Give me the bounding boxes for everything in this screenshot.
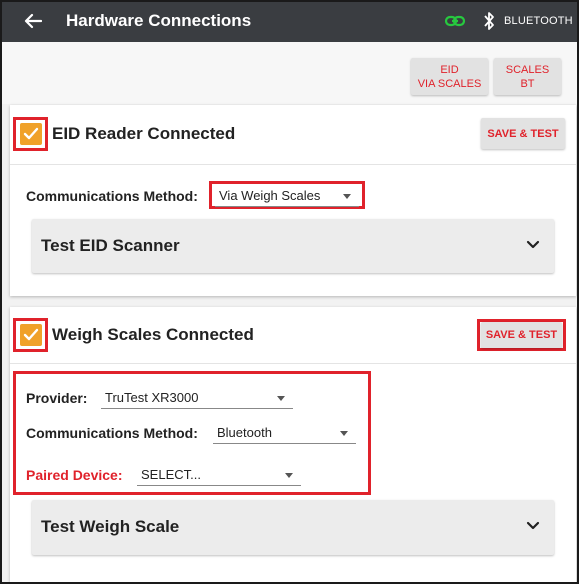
app-window: Hardware Connections BLUETOOTH EID VIA S…	[0, 0, 579, 584]
provider-label: Provider:	[26, 390, 88, 406]
dropdown-arrow-icon	[340, 431, 348, 436]
eid-save-test-button[interactable]: SAVE & TEST	[481, 118, 565, 149]
eid-card-title: EID Reader Connected	[52, 124, 236, 143]
scales-comm-method-value: Bluetooth	[217, 425, 272, 440]
back-button[interactable]	[20, 8, 46, 34]
test-eid-scanner-title: Test EID Scanner	[41, 236, 180, 255]
paired-device-value: SELECT...	[141, 467, 201, 482]
scales-save-test-button[interactable]: SAVE & TEST	[481, 322, 562, 348]
test-weigh-scale-title: Test Weigh Scale	[41, 517, 180, 536]
chevron-down-icon	[526, 240, 540, 249]
provider-value: TruTest XR3000	[105, 390, 199, 405]
test-weigh-scale-expander[interactable]: Test Weigh Scale	[32, 500, 554, 555]
test-eid-scanner-expander[interactable]: Test EID Scanner	[32, 219, 554, 273]
checkmark-icon	[23, 127, 39, 140]
scales-comm-method-select[interactable]: Bluetooth	[213, 422, 356, 444]
link-icon	[444, 15, 466, 27]
paired-device-select[interactable]: SELECT...	[137, 464, 301, 486]
dropdown-arrow-icon	[277, 396, 285, 401]
eid-connected-checkbox[interactable]	[20, 123, 42, 145]
bluetooth-button[interactable]: BLUETOOTH	[482, 9, 573, 33]
scales-comm-method-label: Communications Method:	[26, 425, 198, 441]
eid-comm-method-value: Via Weigh Scales	[219, 188, 321, 203]
scales-bt-button[interactable]: SCALES BT	[494, 58, 561, 95]
bluetooth-icon	[484, 12, 494, 30]
app-bar: Hardware Connections BLUETOOTH	[2, 2, 577, 42]
bluetooth-label: BLUETOOTH	[504, 15, 573, 27]
paired-device-label: Paired Device:	[26, 467, 123, 483]
eid-comm-method-select[interactable]: Via Weigh Scales	[215, 185, 359, 207]
eid-via-scales-button[interactable]: EID VIA SCALES	[411, 58, 488, 95]
eid-comm-method-label: Communications Method:	[26, 188, 198, 204]
eid-card-header: EID Reader Connected SAVE & TEST	[10, 105, 576, 165]
provider-select[interactable]: TruTest XR3000	[101, 387, 293, 409]
page-title: Hardware Connections	[66, 11, 252, 30]
chevron-down-icon	[526, 521, 540, 530]
back-arrow-icon	[24, 13, 42, 29]
scales-card-header: Weigh Scales Connected SAVE & TEST	[10, 307, 576, 364]
dropdown-arrow-icon	[343, 194, 351, 199]
checkmark-icon	[23, 328, 39, 341]
dropdown-arrow-icon	[285, 473, 293, 478]
scales-card-title: Weigh Scales Connected	[52, 325, 254, 344]
connection-shortcuts: EID VIA SCALES SCALES BT	[2, 42, 577, 104]
eid-reader-card: EID Reader Connected SAVE & TEST Communi…	[10, 105, 576, 296]
weigh-scales-card: Weigh Scales Connected SAVE & TEST Provi…	[10, 307, 576, 582]
scales-connected-checkbox[interactable]	[20, 324, 42, 346]
